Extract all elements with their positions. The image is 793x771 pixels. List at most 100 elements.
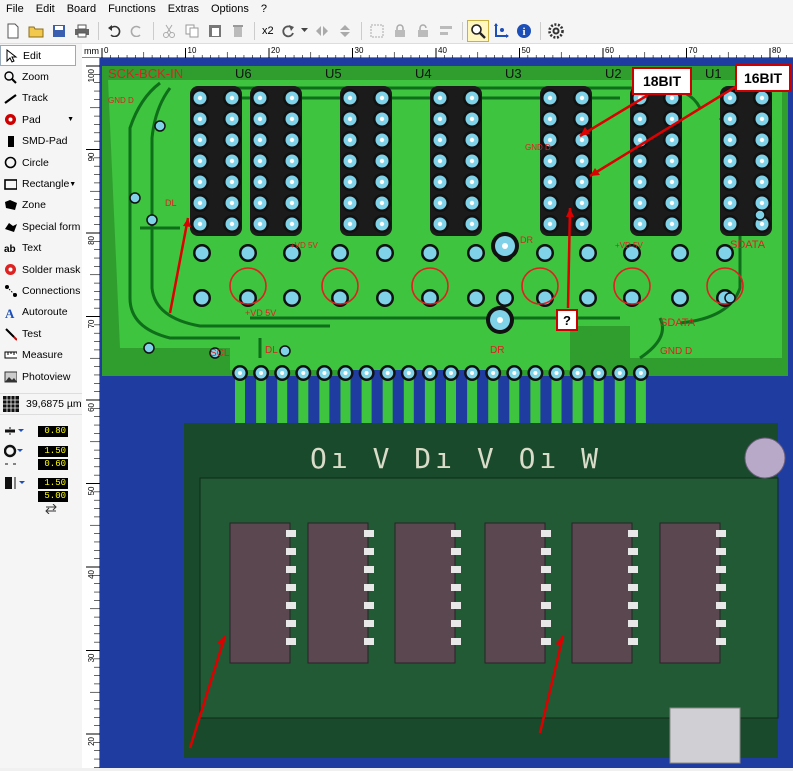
menu-help[interactable]: ? [255,0,273,18]
tool-zone[interactable]: Zone [0,195,82,216]
ic-drill [669,221,675,227]
smd-width-field[interactable]: 1.50 [38,478,68,490]
small-via[interactable] [129,192,141,204]
pad-inner-field[interactable]: 0.60 [38,459,68,471]
cut-icon[interactable] [158,20,180,42]
ruler-left-label: 60 [87,402,96,411]
photo-ic-pin [286,584,296,591]
rotate-dropdown-icon[interactable] [300,20,310,42]
unlock-icon[interactable] [412,20,434,42]
grid-row[interactable]: 39,6875 µm [0,393,82,416]
tool-connections[interactable]: Connections [0,280,82,301]
photo-ic-pin [286,566,296,573]
dropdown-arrow-icon[interactable]: ▼ [69,181,76,188]
save-icon[interactable] [48,20,70,42]
redo-icon[interactable] [126,20,148,42]
ic-drill [579,200,585,206]
photo-ic-pin [716,620,726,627]
rotate-icon[interactable] [277,20,299,42]
tool-pad[interactable]: Pad ▼ [0,109,82,130]
origin-icon[interactable] [490,20,512,42]
tool-list: Edit Zoom Track Pad ▼ SMD-Pad Circle Rectangle ▼… [0,44,82,387]
ic-drill [437,200,443,206]
small-via[interactable] [143,342,155,354]
align-icon[interactable] [435,20,457,42]
ic-drill [547,221,553,227]
tool-circle[interactable]: Circle [0,152,82,173]
copy-icon[interactable] [181,20,203,42]
small-via[interactable] [754,209,766,221]
ic-drill [469,221,475,227]
tool-measure[interactable]: Measure [0,344,82,365]
paste-icon[interactable] [204,20,226,42]
photo-ic-pin [628,584,638,591]
tool-text[interactable]: ab Text [0,238,82,259]
print-icon[interactable] [71,20,93,42]
tool-zoom[interactable]: Zoom [0,66,82,87]
component-pad-ring [195,246,209,260]
mirror-v-icon[interactable] [334,20,356,42]
ic-drill [289,116,295,122]
photo-ic-pin [716,602,726,609]
info-icon[interactable]: i [513,20,535,42]
settings-gear-icon[interactable] [545,20,567,42]
tool-smd-pad[interactable]: SMD-Pad [0,131,82,152]
track-width-field[interactable]: 0.80 [38,426,68,438]
delete-icon[interactable] [227,20,249,42]
undo-icon[interactable] [103,20,125,42]
tool-track[interactable]: Track [0,88,82,109]
open-folder-icon[interactable] [25,20,47,42]
swap-icon[interactable] [44,503,58,516]
ic-drill [257,95,263,101]
tool-sidebar: Edit Zoom Track Pad ▼ SMD-Pad Circle Rectangle ▼… [0,44,82,768]
small-via[interactable] [724,292,736,304]
tool-test[interactable]: Test [0,323,82,344]
callout-18bit: 18BIT [632,67,692,95]
small-via[interactable] [154,120,166,132]
small-via[interactable] [279,345,291,357]
menu-file[interactable]: File [0,0,30,18]
ic-drill [547,179,553,185]
tool-autoroute[interactable]: A Autoroute [0,302,82,323]
ic-ref-label: U5 [325,66,342,81]
photo-silkscreen-text: Oı V Dı V Oı W [310,442,602,475]
photo-ic-pin [286,602,296,609]
ic-drill [379,116,385,122]
autoroute-icon: A [4,306,17,319]
small-via[interactable] [146,214,158,226]
connector-drill [259,371,264,375]
tool-solder-mask[interactable]: Solder mask [0,259,82,280]
tool-rectangle[interactable]: Rectangle ▼ [0,173,82,194]
menu-functions[interactable]: Functions [102,0,162,18]
lock-icon[interactable] [389,20,411,42]
pcb-canvas[interactable]: U6 U5 U4 U3 U2 U1 SCK-BCK-IN GND D GND D +VD 5V +V… [100,58,793,768]
pcb-board[interactable]: U6 U5 U4 U3 U2 U1 SCK-BCK-IN GND D GND D +VD 5V +V… [100,58,793,768]
toolbar: x2 i [0,18,793,44]
menu-extras[interactable]: Extras [162,0,205,18]
component-pad-ring [378,246,392,260]
menu-edit[interactable]: Edit [30,0,61,18]
connections-icon [4,284,17,297]
ic-drill [437,158,443,164]
pad-outer-field[interactable]: 1.50 [38,446,68,458]
ruler-top-label: 70 [689,46,698,55]
menu-board[interactable]: Board [61,0,102,18]
group-icon[interactable] [366,20,388,42]
mirror-h-icon[interactable] [311,20,333,42]
smd-height-field[interactable]: 5.00 [38,491,68,503]
ic-drill [469,137,475,143]
ic-drill [759,221,765,227]
tool-photoview[interactable]: Photoview [0,366,82,387]
tool-edit[interactable]: Edit [0,45,76,67]
ic-drill [379,200,385,206]
menu-options[interactable]: Options [205,0,255,18]
multiply-label[interactable]: x2 [262,25,274,37]
zoom-window-icon[interactable] [466,19,489,42]
tool-special-form[interactable]: Special form [0,216,82,237]
ic-drill [727,137,733,143]
photo-ic-pin [628,530,638,537]
photo-ic-pin [364,548,374,555]
photo-ic-pin [451,602,461,609]
new-file-icon[interactable] [2,20,24,42]
dropdown-arrow-icon[interactable]: ▼ [67,116,74,123]
